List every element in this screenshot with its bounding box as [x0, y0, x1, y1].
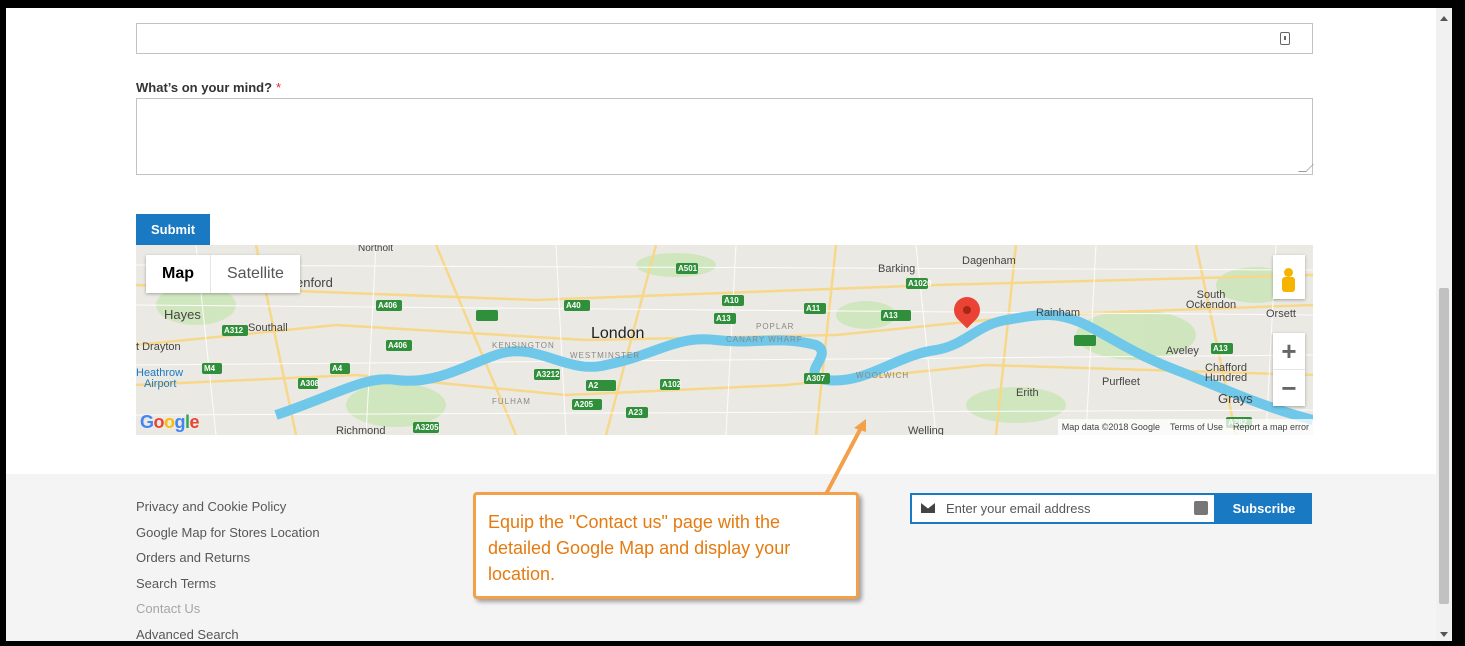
- annotation-callout: Equip the "Contact us" page with the det…: [473, 492, 859, 599]
